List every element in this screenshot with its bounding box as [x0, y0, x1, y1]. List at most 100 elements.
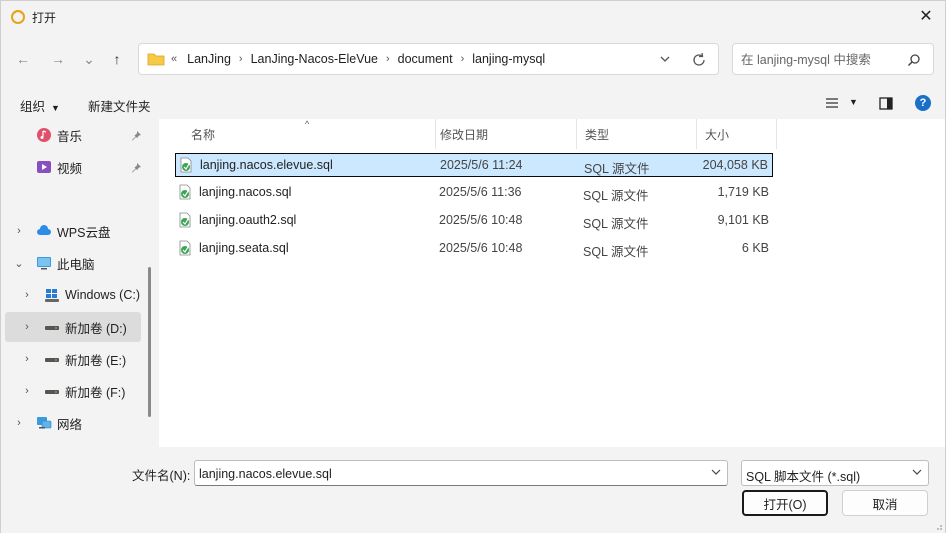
- chevron-right-icon[interactable]: ›: [13, 225, 25, 237]
- filename-combobox[interactable]: [194, 460, 728, 486]
- view-options-caret-icon[interactable]: ▼: [849, 97, 858, 107]
- file-modified: 2025/5/6 11:24: [440, 158, 523, 172]
- close-button[interactable]: ✕: [911, 3, 941, 29]
- sidebar-item-volume-e[interactable]: › 新加卷 (E:): [5, 344, 141, 374]
- music-icon: [37, 128, 51, 142]
- drive-icon: [45, 390, 59, 394]
- file-name: lanjing.oauth2.sql: [199, 213, 297, 227]
- preview-pane-icon[interactable]: [879, 97, 893, 110]
- up-button[interactable]: ↑: [105, 47, 129, 71]
- pin-icon[interactable]: [131, 130, 142, 141]
- file-type: SQL 源文件: [583, 245, 649, 259]
- chevron-down-icon[interactable]: [658, 52, 672, 66]
- file-size: 1,719 KB: [717, 185, 769, 199]
- app-icon: [11, 10, 25, 24]
- column-header-name[interactable]: 名称: [183, 119, 436, 149]
- sort-ascending-icon: ^: [305, 119, 310, 129]
- chevron-right-icon[interactable]: ›: [21, 321, 33, 333]
- column-header-label: 类型: [585, 127, 610, 142]
- file-size: 9,101 KB: [717, 213, 769, 227]
- windows-drive-icon: [45, 289, 59, 302]
- file-row[interactable]: lanjing.nacos.sql 2025/5/6 11:36 SQL 源文件…: [175, 181, 773, 205]
- navigation-pane[interactable]: 音乐 视频 › WPS云盘 ⌄ 此电脑 › Windows (C:) › 新加卷…: [1, 119, 158, 447]
- dialog-footer: 文件名(N): SQL 脚本文件 (*.sql) 打开(O) 取消: [1, 447, 945, 533]
- sidebar-item-label: WPS云盘: [57, 225, 111, 240]
- sidebar-item-windows-c[interactable]: › Windows (C:): [5, 280, 141, 310]
- column-header-modified[interactable]: 修改日期: [432, 119, 577, 149]
- chevron-right-icon[interactable]: ›: [21, 353, 33, 365]
- chevron-down-icon[interactable]: [711, 467, 721, 477]
- sidebar-item-network[interactable]: › 网络: [5, 408, 141, 438]
- network-icon: [37, 417, 52, 429]
- search-box[interactable]: [732, 43, 934, 75]
- open-file-dialog: 打开 ✕ ← → ⌄ ↑ « LanJing › LanJing-Nacos-E…: [0, 0, 946, 533]
- sidebar-item-videos[interactable]: 视频: [5, 152, 141, 182]
- sidebar-item-label: 新加卷 (D:): [65, 321, 127, 336]
- forward-button[interactable]: →: [46, 47, 70, 71]
- chevron-down-icon[interactable]: [912, 467, 922, 477]
- sql-file-icon: [179, 212, 191, 228]
- command-bar: 组织 ▼ 新建文件夹 ▼ ?: [1, 89, 945, 119]
- file-size: 204,058 KB: [702, 158, 768, 172]
- caret-down-icon: ▼: [51, 103, 60, 113]
- filename-input[interactable]: [199, 465, 699, 482]
- file-type: SQL 源文件: [584, 162, 650, 176]
- column-header-label: 修改日期: [440, 127, 489, 142]
- column-header-size[interactable]: 大小: [697, 119, 777, 149]
- refresh-icon[interactable]: [690, 51, 708, 69]
- sidebar-item-wps-cloud[interactable]: › WPS云盘: [5, 216, 141, 246]
- sidebar-item-volume-f[interactable]: › 新加卷 (F:): [5, 376, 141, 406]
- file-modified: 2025/5/6 11:36: [439, 185, 522, 199]
- chevron-right-icon[interactable]: ›: [13, 417, 25, 429]
- file-row[interactable]: lanjing.seata.sql 2025/5/6 10:48 SQL 源文件…: [175, 237, 773, 261]
- breadcrumb-lanjing[interactable]: LanJing: [187, 52, 231, 66]
- file-name: lanjing.nacos.elevue.sql: [200, 158, 333, 172]
- file-list[interactable]: 名称 ^ 修改日期 类型 大小 lanjing.nacos.elevue.sql…: [159, 119, 945, 447]
- breadcrumb-overflow[interactable]: «: [171, 53, 177, 65]
- organize-menu[interactable]: 组织 ▼: [20, 96, 60, 115]
- sidebar-item-label: 音乐: [57, 129, 83, 144]
- sidebar-item-label: Windows (C:): [65, 288, 141, 302]
- sidebar-item-this-pc[interactable]: ⌄ 此电脑: [5, 248, 141, 278]
- breadcrumb-separator[interactable]: ›: [386, 53, 390, 65]
- file-row[interactable]: lanjing.oauth2.sql 2025/5/6 10:48 SQL 源文…: [175, 209, 773, 233]
- pin-icon[interactable]: [131, 162, 142, 173]
- sidebar-item-label: 网络: [57, 417, 83, 432]
- sidebar-item-label: 视频: [57, 161, 83, 176]
- resize-grip-icon[interactable]: [933, 521, 943, 531]
- back-button[interactable]: ←: [11, 47, 35, 71]
- sidebar-item-label: 新加卷 (F:): [65, 385, 126, 400]
- file-name: lanjing.nacos.sql: [199, 185, 292, 199]
- search-icon[interactable]: [907, 53, 921, 67]
- sidebar-item-music[interactable]: 音乐: [5, 120, 141, 150]
- sql-file-icon: [179, 184, 191, 200]
- chevron-right-icon[interactable]: ›: [21, 289, 33, 301]
- help-icon[interactable]: ?: [915, 95, 931, 111]
- file-modified: 2025/5/6 10:48: [439, 241, 523, 255]
- view-list-icon[interactable]: [825, 97, 839, 109]
- breadcrumb-lanjing-mysql[interactable]: lanjing-mysql: [472, 52, 545, 66]
- file-type-filter-value: SQL 脚本文件 (*.sql): [746, 470, 861, 484]
- open-button[interactable]: 打开(O): [742, 490, 828, 516]
- recent-locations-button[interactable]: ⌄: [77, 47, 101, 71]
- breadcrumb-lanjing-nacos-elevue[interactable]: LanJing-Nacos-EleVue: [251, 52, 378, 66]
- search-input[interactable]: [741, 51, 901, 69]
- file-type-filter[interactable]: SQL 脚本文件 (*.sql): [741, 460, 929, 486]
- breadcrumb-separator[interactable]: ›: [461, 53, 465, 65]
- sidebar-item-label: 新加卷 (E:): [65, 353, 127, 368]
- address-bar[interactable]: « LanJing › LanJing-Nacos-EleVue › docum…: [138, 43, 719, 75]
- chevron-down-icon[interactable]: ⌄: [13, 257, 25, 270]
- file-type: SQL 源文件: [583, 189, 649, 203]
- column-header-type[interactable]: 类型: [577, 119, 697, 149]
- breadcrumb-document[interactable]: document: [398, 52, 453, 66]
- cancel-button[interactable]: 取消: [842, 490, 928, 516]
- breadcrumb-separator[interactable]: ›: [239, 53, 243, 65]
- sql-file-icon: [179, 240, 191, 256]
- sidebar-item-label: 此电脑: [57, 257, 95, 272]
- sidebar-item-volume-d[interactable]: › 新加卷 (D:): [5, 312, 141, 342]
- chevron-right-icon[interactable]: ›: [21, 385, 33, 397]
- new-folder-button[interactable]: 新建文件夹: [88, 96, 151, 115]
- file-row[interactable]: lanjing.nacos.elevue.sql 2025/5/6 11:24 …: [175, 153, 773, 177]
- navigation-scrollbar[interactable]: [148, 267, 151, 417]
- file-modified: 2025/5/6 10:48: [439, 213, 523, 227]
